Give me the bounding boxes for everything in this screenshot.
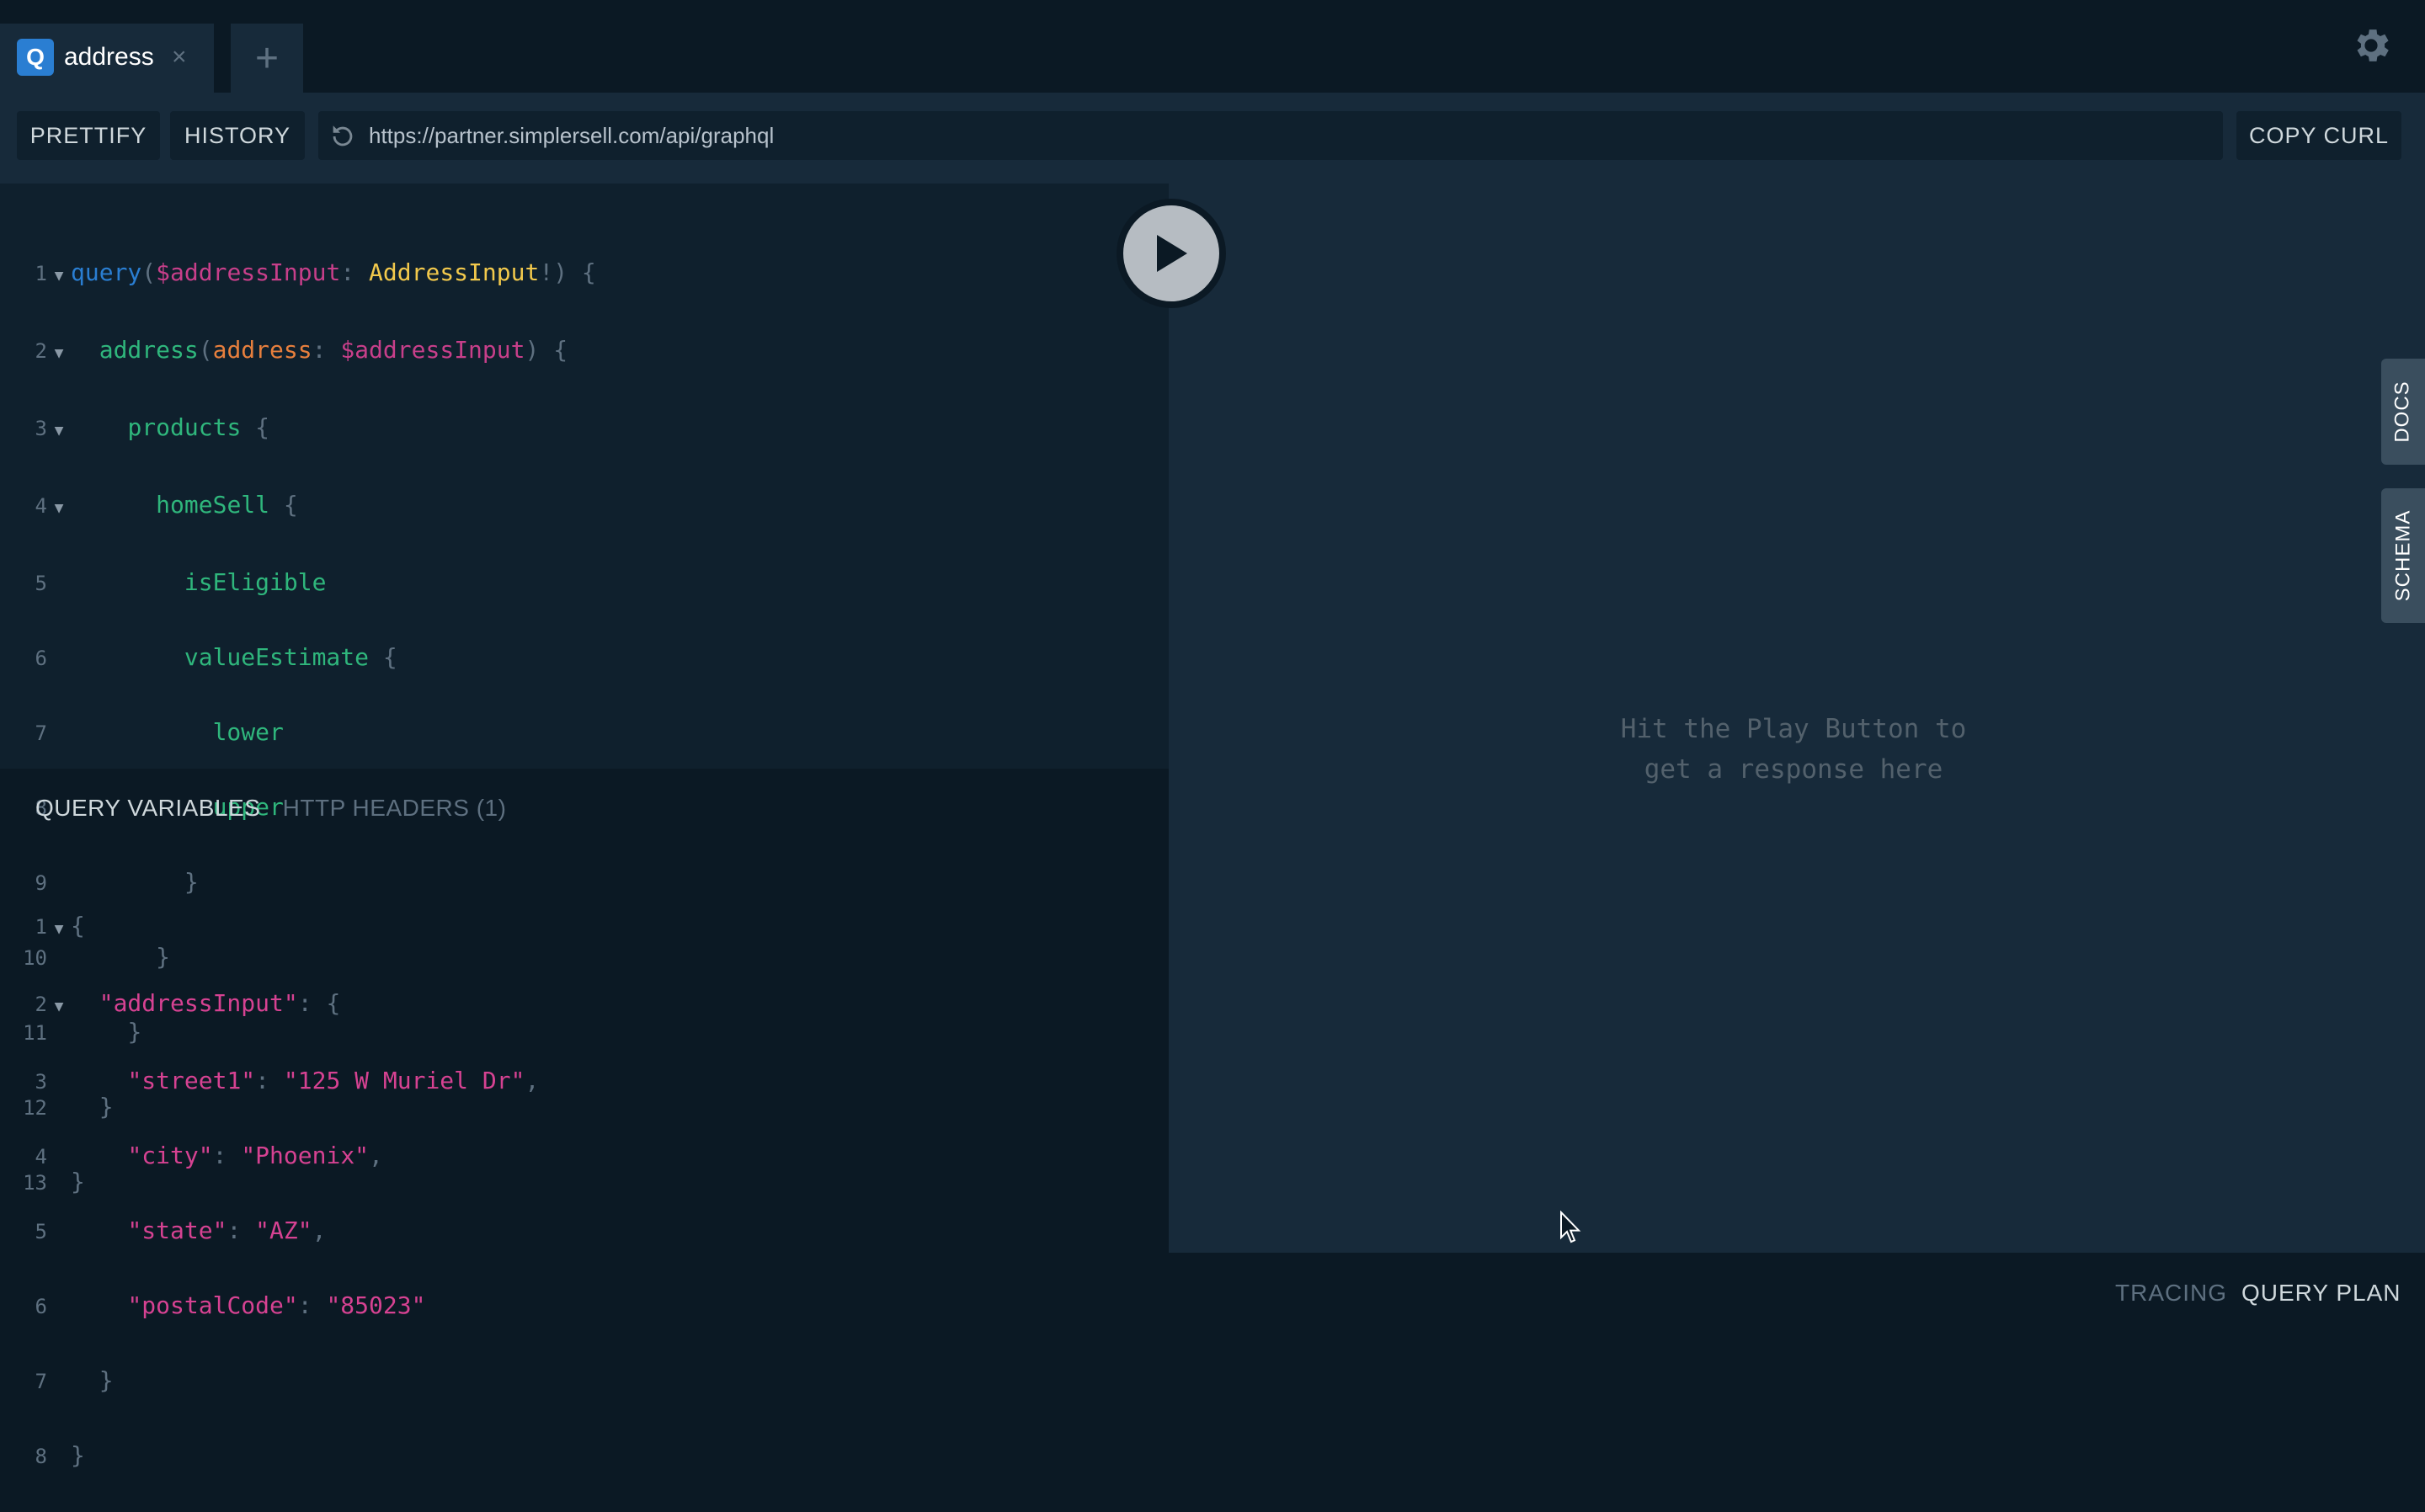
code-line: 1 ▼{ [0, 908, 539, 948]
code-line: 6 valueEstimate { [35, 643, 397, 671]
query-tab-title[interactable]: address [64, 40, 154, 74]
tab-query-variables[interactable]: QUERY VARIABLES [35, 795, 260, 821]
code-line: 5 "state": "AZ", [35, 1217, 327, 1244]
code-line: 3 "street1": "125 W Muriel Dr", [35, 1067, 540, 1094]
code-line: 7 } [35, 1366, 114, 1394]
code-line: 5 isEligible [35, 568, 327, 596]
code-line: 6 "postalCode": "85023" [35, 1291, 426, 1319]
docs-side-tab[interactable]: DOCS [2381, 359, 2425, 465]
reload-icon[interactable] [328, 122, 357, 151]
gear-icon[interactable] [2349, 24, 2393, 67]
tracing-tab[interactable]: TRACING [2115, 1280, 2227, 1307]
fold-arrow-icon[interactable]: ▼ [47, 911, 71, 948]
code-line: 2 ▼ address(address: $addressInput) { [0, 332, 596, 372]
placeholder-line: Hit the Play Button to [1620, 714, 1967, 744]
tab-bar [0, 0, 2425, 93]
code-line: 4 ▼ homeSell { [0, 487, 596, 527]
variables-tabs: QUERY VARIABLES HTTP HEADERS (1) [35, 795, 506, 822]
fold-arrow-icon[interactable]: ▼ [47, 413, 71, 450]
prettify-button[interactable]: PRETTIFY [17, 111, 160, 160]
fold-arrow-icon[interactable]: ▼ [47, 335, 71, 372]
code-line: 7 lower [35, 718, 284, 746]
play-icon [1157, 235, 1187, 272]
code-line: 2 ▼ "addressInput": { [0, 985, 539, 1025]
fold-arrow-icon[interactable]: ▼ [47, 988, 71, 1025]
tab-http-headers[interactable]: HTTP HEADERS (1) [283, 795, 507, 821]
play-button-face[interactable] [1123, 205, 1219, 301]
fold-arrow-icon[interactable]: ▼ [47, 258, 71, 295]
variables-code[interactable]: 1 ▼{ 2 ▼ "addressInput": { 3 "street1": "1… [0, 870, 540, 1512]
placeholder-line: get a response here [1644, 754, 1943, 785]
schema-label: SCHEMA [2391, 509, 2414, 602]
copy-curl-button[interactable]: COPY CURL [2236, 111, 2401, 160]
results-footer [1169, 1253, 2425, 1325]
mouse-cursor-icon [1560, 1211, 1581, 1243]
results-placeholder: Hit the Play Button to get a response he… [1431, 709, 2156, 790]
fold-arrow-icon[interactable]: ▼ [47, 490, 71, 527]
code-line: 1 ▼ query($addressInput: AddressInput!) { [0, 254, 596, 295]
query-plan-tab[interactable]: QUERY PLAN [2241, 1280, 2401, 1307]
schema-side-tab[interactable]: SCHEMA [2381, 488, 2425, 623]
endpoint-url-text[interactable]: https://partner.simplersell.com/api/grap… [369, 121, 774, 150]
execute-query-button[interactable] [1117, 199, 1226, 308]
docs-label: DOCS [2391, 381, 2414, 443]
new-tab-button[interactable]: + [231, 24, 303, 93]
close-icon[interactable]: × [172, 42, 187, 72]
code-line: 3 ▼ products { [0, 409, 596, 450]
code-line: 8} [35, 1441, 85, 1469]
plus-icon: + [254, 35, 280, 81]
history-button[interactable]: HISTORY [170, 111, 305, 160]
query-tab-badge: Q [17, 39, 54, 76]
code-line: 4 "city": "Phoenix", [35, 1142, 383, 1169]
